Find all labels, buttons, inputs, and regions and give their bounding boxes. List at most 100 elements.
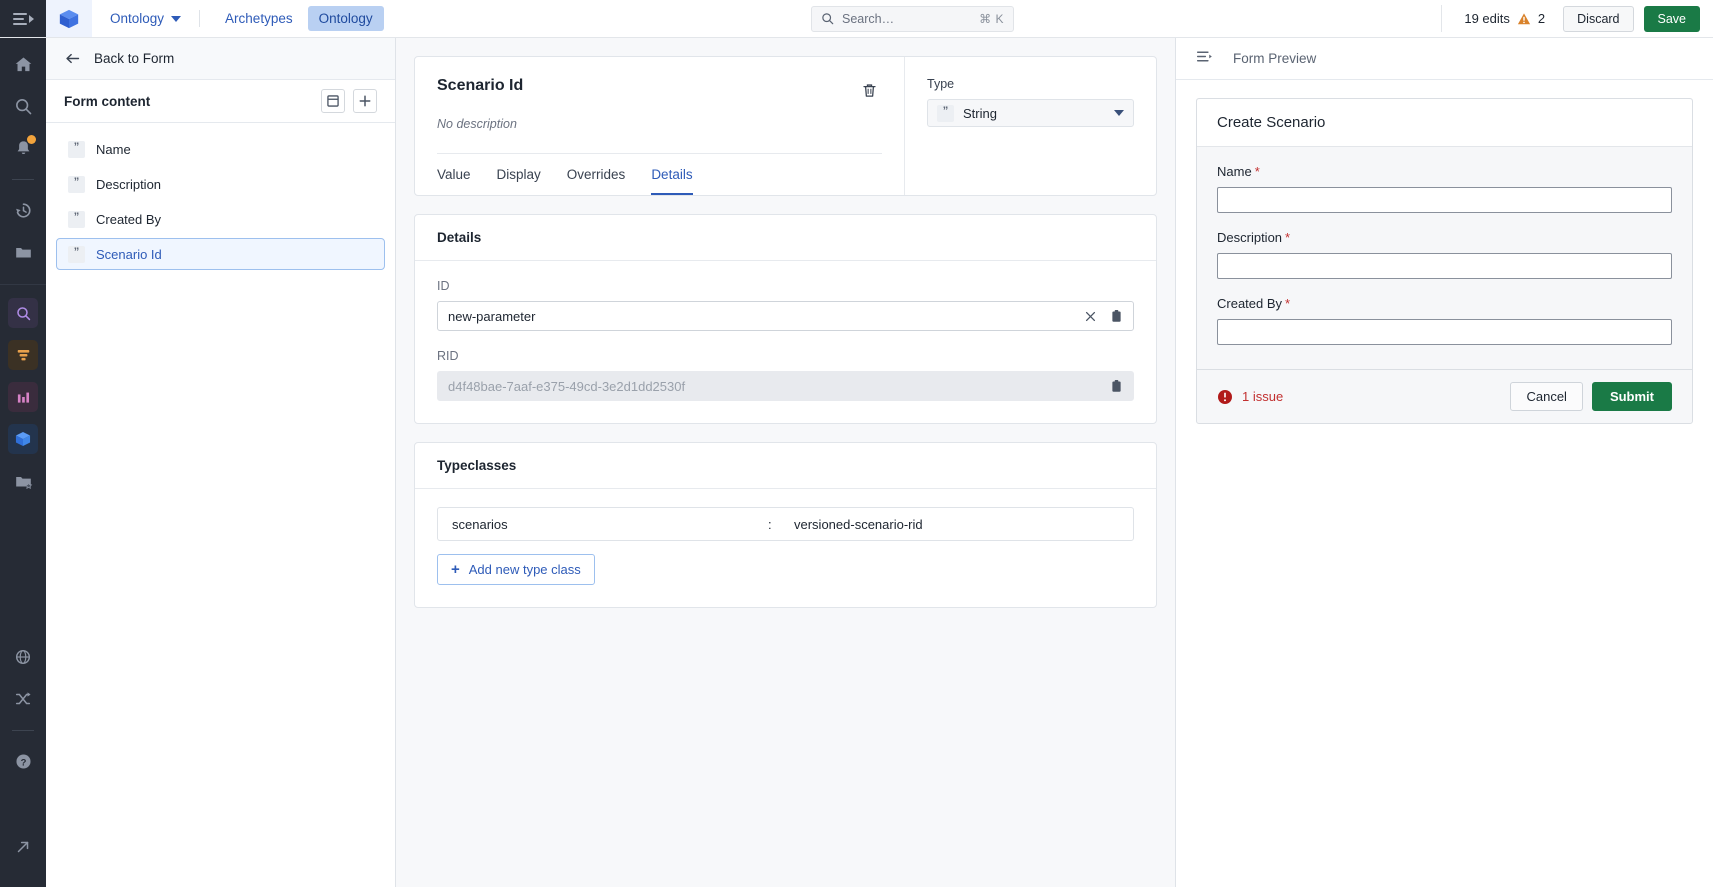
parameter-description: No description [437,117,517,131]
tab-overrides[interactable]: Overrides [567,154,626,195]
submit-button[interactable]: Submit [1591,382,1672,411]
delete-parameter-button[interactable] [856,77,882,103]
rail-item-ontology-app[interactable] [7,423,39,455]
folder-star-icon [15,476,32,489]
discard-button[interactable]: Discard [1563,5,1634,32]
id-copy-button[interactable] [1103,303,1129,329]
rail-item-history[interactable] [7,194,39,226]
rail-item-home[interactable] [7,48,39,80]
tab-value[interactable]: Value [437,154,471,195]
id-input[interactable]: new-parameter [437,301,1134,331]
cube-logo-icon[interactable] [46,0,92,37]
details-card-title: Details [415,215,1156,261]
editor-tabs: Value Display Overrides Details [437,154,882,195]
rid-copy-button[interactable] [1103,373,1129,399]
created-by-field-input[interactable] [1217,319,1672,345]
name-field-input[interactable] [1217,187,1672,213]
search-input[interactable]: Search… ⌘ K [811,5,1014,32]
rail-item-notifications[interactable] [7,132,39,164]
app-shell: ? Back to Form Form content ” Name ” Des… [0,38,1713,887]
form-field-name[interactable]: ” Name [56,133,385,165]
form-field-label: Description [96,176,162,192]
trash-icon [862,83,876,97]
rail-item-external[interactable] [7,831,39,863]
left-icon-rail: ? [0,38,46,887]
add-type-class-button[interactable]: + Add new type class [437,554,595,585]
dialog-title: Create Scenario [1197,99,1692,147]
form-field-list: ” Name ” Description ” Created By ” Scen… [46,123,395,273]
edits-count-label: 19 edits [1464,11,1510,26]
rail-item-folder[interactable] [7,236,39,268]
rail-separator [0,284,46,285]
search-icon [822,13,834,25]
id-input-value: new-parameter [448,308,536,324]
typeclass-key: scenarios [452,516,508,532]
rail-item-search[interactable] [7,90,39,122]
description-field-input[interactable] [1217,253,1672,279]
form-preview-body: Create Scenario Name * Description * Creat… [1176,80,1713,442]
clipboard-copy-icon [1111,379,1121,392]
rail-item-globe[interactable] [7,641,39,673]
rail-item-folder-star[interactable] [7,465,39,497]
dialog-body: Name * Description * Created By * [1197,147,1692,369]
layout-panel-button[interactable] [321,89,345,113]
id-clear-button[interactable] [1077,303,1103,329]
rail-item-funnel-app[interactable] [7,339,39,371]
string-type-icon: ” [68,210,85,228]
rail-item-chart-app[interactable] [7,381,39,413]
globe-icon [15,649,31,665]
rail-item-shuffle[interactable] [7,683,39,715]
chevron-down-icon [171,15,182,22]
rail-item-help[interactable]: ? [7,745,39,777]
clipboard-copy-icon [1111,309,1121,322]
cube-logo-glyph [59,9,79,28]
required-marker: * [1285,296,1291,311]
menu-toggle-slot[interactable] [0,0,46,37]
add-field-button[interactable] [353,89,377,113]
tab-details[interactable]: Details [651,154,693,195]
collapse-panel-button[interactable] [1196,49,1213,69]
parameter-header-left: Scenario Id No description Value Display… [415,57,904,195]
layout-panel-icon [327,95,339,107]
editor-main: Scenario Id No description Value Display… [396,38,1175,887]
hamburger-collapse-icon[interactable] [12,12,34,25]
issue-indicator[interactable]: 1 issue [1217,389,1510,405]
form-preview-title: Form Preview [1233,51,1317,66]
topbar-actions: 19 edits 2 Discard Save [1441,0,1713,37]
chevron-down-icon [1114,110,1124,116]
ontology-cube-app-icon [8,424,38,454]
save-button[interactable]: Save [1643,5,1701,32]
created-by-field-label-text: Created By [1217,296,1283,311]
history-clock-icon [15,202,31,218]
typeclass-row[interactable]: scenarios : versioned-scenario-rid [437,507,1134,541]
edits-status[interactable]: 19 edits 2 [1441,5,1545,32]
dialog-footer: 1 issue Cancel Submit [1197,369,1692,423]
folder-icon [15,247,31,258]
page-title: Scenario Id [437,77,524,94]
string-type-icon: ” [68,140,85,158]
rail-divider-bottom [12,730,34,731]
typeclasses-card-body: scenarios : versioned-scenario-rid + Add… [415,489,1156,607]
back-to-form-button[interactable]: Back to Form [46,38,395,80]
nav-tab-archetypes[interactable]: Archetypes [214,6,304,31]
tab-display[interactable]: Display [497,154,541,195]
type-select[interactable]: ” String [927,99,1134,127]
form-field-created-by[interactable]: ” Created By [56,203,385,235]
form-field-description[interactable]: ” Description [56,168,385,200]
rail-item-search-app[interactable] [7,297,39,329]
type-select-value: String [963,105,997,121]
add-type-class-label: Add new type class [468,562,581,577]
cancel-button[interactable]: Cancel [1510,382,1583,411]
nav-tabs: Archetypes Ontology [204,0,384,37]
form-field-scenario-id[interactable]: ” Scenario Id [56,238,385,270]
created-by-field-label: Created By * [1217,296,1672,311]
app-switcher[interactable]: Ontology [92,0,195,37]
string-type-icon: ” [68,175,85,193]
plus-icon: + [451,561,460,578]
form-preview-header: Form Preview [1176,38,1713,80]
notification-badge [27,135,36,144]
home-icon [15,56,31,71]
nav-tab-ontology[interactable]: Ontology [307,6,384,31]
type-label: Type [927,77,955,91]
